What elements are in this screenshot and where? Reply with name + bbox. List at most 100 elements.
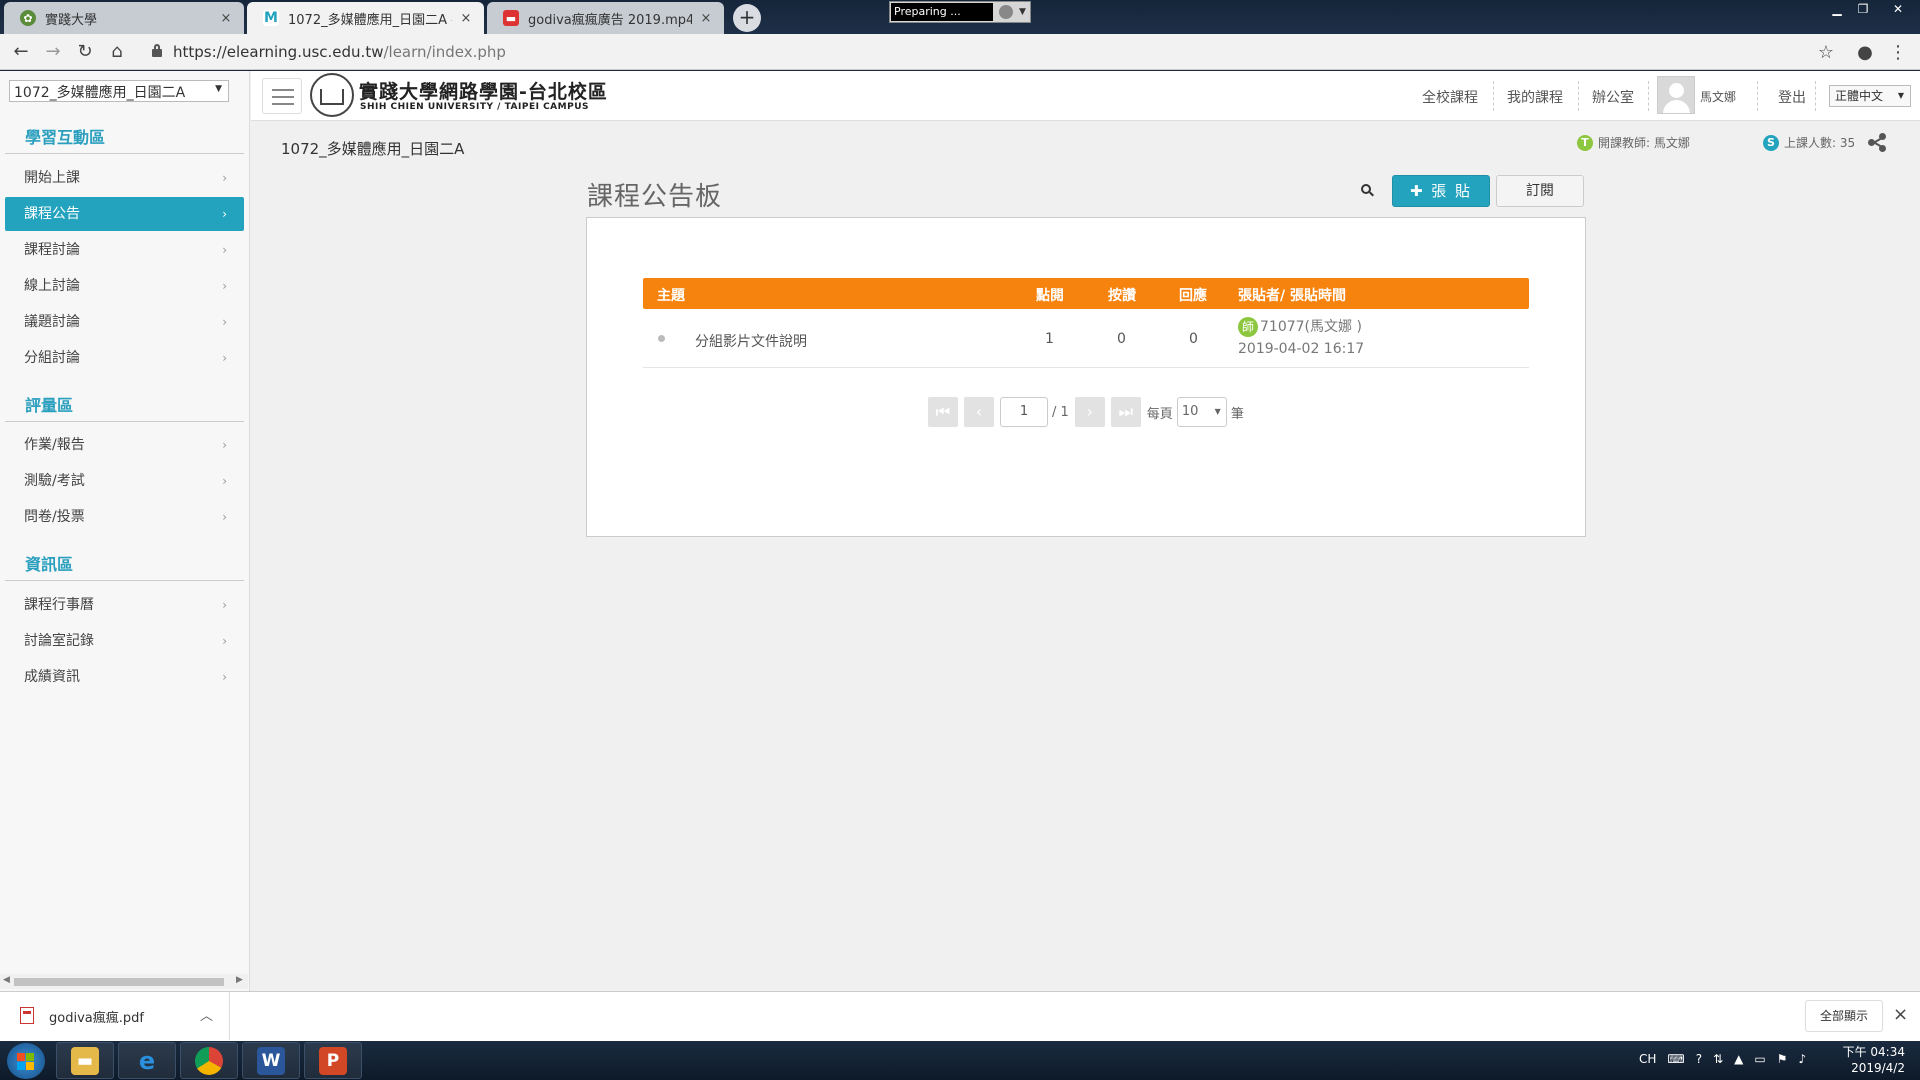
- keyboard-icon[interactable]: ⌨: [1667, 1052, 1684, 1066]
- sidebar-item-course-discussion[interactable]: 課程討論 ›: [5, 233, 244, 267]
- section-title-learning: 學習互動區: [25, 128, 106, 147]
- close-tab-icon[interactable]: ×: [218, 11, 234, 26]
- chevron-up-icon[interactable]: ︿: [200, 1005, 213, 1024]
- preparing-indicator: Preparing ... ▼: [889, 1, 1031, 23]
- search-icon[interactable]: [1361, 184, 1374, 197]
- show-all-downloads-button[interactable]: 全部顯示: [1805, 1000, 1883, 1032]
- reload-icon[interactable]: ↻: [74, 41, 96, 63]
- poster-name: 71077(馬文娜 ): [1260, 319, 1362, 335]
- profile-icon[interactable]: ●: [1854, 42, 1876, 63]
- nav-link-all-courses[interactable]: 全校課程: [1422, 87, 1478, 107]
- language-select[interactable]: 正體中文 ▼: [1829, 85, 1911, 107]
- taskbar-internet-explorer[interactable]: e: [118, 1042, 176, 1079]
- sidebar-item-group-discussion[interactable]: 分組討論 ›: [5, 341, 244, 375]
- logout-link[interactable]: 登出: [1778, 87, 1806, 107]
- sidebar-item-label: 線上討論: [24, 278, 80, 294]
- record-icon[interactable]: [999, 5, 1013, 19]
- minimize-icon[interactable]: ▁: [1824, 0, 1850, 18]
- sidebar-item-start-class[interactable]: 開始上課 ›: [5, 161, 244, 195]
- close-tab-icon[interactable]: ×: [458, 11, 474, 26]
- forward-arrow-icon[interactable]: →: [42, 41, 64, 63]
- moodle-favicon-icon: M: [263, 10, 279, 26]
- help-icon[interactable]: ?: [1696, 1052, 1702, 1066]
- back-arrow-icon[interactable]: ←: [10, 41, 32, 63]
- sidebar-item-label: 測驗/考試: [24, 473, 85, 489]
- announcement-topic-link[interactable]: 分組影片文件說明: [695, 331, 807, 351]
- divider: [1493, 81, 1494, 111]
- taskbar-word[interactable]: W: [242, 1042, 300, 1079]
- chevron-right-icon: ›: [222, 315, 227, 329]
- nav-link-my-courses[interactable]: 我的課程: [1507, 87, 1563, 107]
- taskbar-powerpoint[interactable]: P: [304, 1042, 362, 1079]
- home-icon[interactable]: ⌂: [106, 41, 128, 63]
- browser-tab-course[interactable]: M 1072_多媒體應用_日園二A - 實踐 ×: [247, 2, 484, 34]
- next-page-icon[interactable]: ›: [1074, 397, 1105, 427]
- scroll-right-icon[interactable]: ▶: [236, 975, 243, 985]
- windows-start-icon[interactable]: [7, 1043, 45, 1079]
- per-page-select[interactable]: 10 ▼: [1176, 397, 1227, 427]
- nav-link-office[interactable]: 辦公室: [1592, 87, 1634, 107]
- close-download-bar-icon[interactable]: ×: [1893, 1004, 1908, 1025]
- divider: [5, 153, 244, 154]
- column-views[interactable]: 點閱: [1036, 285, 1064, 305]
- bookmark-star-icon[interactable]: ☆: [1815, 42, 1837, 63]
- first-page-icon[interactable]: ⏮: [928, 397, 958, 427]
- avatar[interactable]: [1657, 76, 1695, 114]
- dropdown-arrow-icon[interactable]: ▼: [1019, 7, 1026, 17]
- sidebar: 1072_多媒體應用_日園二A ▼ 學習互動區 開始上課 › 課程公告 › 課程討論…: [0, 71, 250, 991]
- sidebar-item-topic-discussion[interactable]: 議題討論 ›: [5, 305, 244, 339]
- page-number-input[interactable]: 1: [1000, 397, 1048, 427]
- subscribe-button[interactable]: 訂閱: [1496, 175, 1584, 207]
- logo-tile: [26, 1053, 34, 1061]
- lock-icon[interactable]: [152, 44, 162, 57]
- browser-tab-video[interactable]: ▬ godiva瘋瘋廣告 2019.mp4 - Go ×: [487, 2, 724, 34]
- network-icon[interactable]: ⇅: [1713, 1052, 1723, 1066]
- post-button[interactable]: ✚ 張 貼: [1392, 175, 1490, 207]
- course-select[interactable]: 1072_多媒體應用_日園二A ▼: [9, 80, 229, 102]
- window-close-icon[interactable]: ✕: [1876, 0, 1920, 18]
- sidebar-item-assignments[interactable]: 作業/報告 ›: [5, 428, 244, 462]
- last-page-icon[interactable]: ⏭: [1110, 397, 1141, 427]
- column-topic[interactable]: 主題: [657, 285, 685, 305]
- scrollbar-thumb[interactable]: [14, 978, 224, 986]
- column-replies[interactable]: 回應: [1179, 285, 1207, 305]
- sidebar-item-calendar[interactable]: 課程行事曆 ›: [5, 588, 244, 622]
- system-clock[interactable]: 下午 04:34 2019/4/2: [1825, 1044, 1905, 1076]
- students-label: 上課人數: 35: [1784, 136, 1856, 150]
- sidebar-item-chat-records[interactable]: 討論室記錄 ›: [5, 624, 244, 658]
- sidebar-item-announcements[interactable]: 課程公告 ›: [5, 197, 244, 231]
- share-icon[interactable]: [1868, 133, 1886, 152]
- browser-tab-strip: ✿ 實踐大學 × M 1072_多媒體應用_日園二A - 實踐 × ▬ godi…: [0, 0, 1920, 34]
- show-hidden-icon[interactable]: ▲: [1734, 1052, 1743, 1066]
- scroll-left-icon[interactable]: ◀: [3, 975, 10, 985]
- hamburger-menu-button[interactable]: [262, 78, 302, 114]
- sidebar-item-label: 作業/報告: [24, 437, 85, 453]
- browser-tab-usc[interactable]: ✿ 實踐大學 ×: [4, 2, 244, 34]
- user-name[interactable]: 馬文娜: [1700, 88, 1736, 105]
- restore-icon[interactable]: ❐: [1850, 0, 1876, 18]
- flag-icon[interactable]: ⚑: [1777, 1052, 1788, 1066]
- close-tab-icon[interactable]: ×: [698, 11, 714, 26]
- taskbar-file-explorer[interactable]: ▬: [56, 1042, 114, 1079]
- column-likes[interactable]: 按讚: [1108, 285, 1136, 305]
- pdf-file-icon: [20, 1007, 34, 1024]
- input-language[interactable]: CH: [1639, 1052, 1656, 1066]
- sidebar-item-exams[interactable]: 測驗/考試 ›: [5, 464, 244, 498]
- word-icon: W: [257, 1046, 285, 1075]
- action-center-icon[interactable]: ▭: [1754, 1052, 1765, 1066]
- volume-icon[interactable]: ♪: [1799, 1052, 1807, 1066]
- kebab-menu-icon[interactable]: ⋮: [1887, 42, 1909, 63]
- sidebar-item-label: 課程行事曆: [24, 597, 94, 613]
- sidebar-item-grades[interactable]: 成績資訊 ›: [5, 660, 244, 694]
- sidebar-item-surveys[interactable]: 問卷/投票 ›: [5, 500, 244, 534]
- column-poster[interactable]: 張貼者/ 張貼時間: [1238, 285, 1346, 305]
- sidebar-scrollbar[interactable]: ◀ ▶: [0, 974, 248, 989]
- taskbar-chrome[interactable]: [180, 1042, 238, 1079]
- download-filename[interactable]: godiva瘋瘋.pdf: [49, 1007, 144, 1026]
- share-node: [1879, 133, 1886, 140]
- download-item[interactable]: godiva瘋瘋.pdf ︿: [0, 992, 230, 1040]
- new-tab-button[interactable]: +: [733, 4, 761, 32]
- prev-page-icon[interactable]: ‹: [964, 397, 994, 427]
- url-field[interactable]: https://elearning.usc.edu.tw/learn/index…: [173, 43, 506, 61]
- sidebar-item-online-discussion[interactable]: 線上討論 ›: [5, 269, 244, 303]
